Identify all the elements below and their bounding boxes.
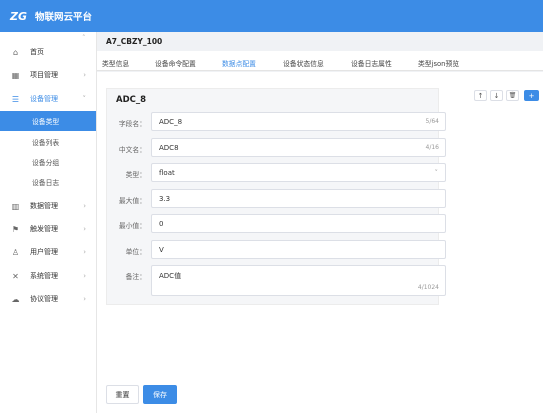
sidebar-item-trigger[interactable]: ⚑ 触发管理 ›: [0, 218, 96, 240]
sidebar-item-label: 数据管理: [30, 202, 58, 210]
tab-log-attributes[interactable]: 设备日志属性: [351, 58, 392, 68]
device-icon: ☰: [11, 94, 20, 104]
max-label: 最大值：: [118, 197, 146, 205]
sidebar-subitem-device-log[interactable]: 设备日志: [0, 172, 96, 192]
sidebar-item-label: 项目管理: [30, 71, 58, 79]
unit-label: 单位：: [125, 248, 146, 256]
remark-label: 备注：: [125, 273, 146, 281]
unit-value: V: [159, 245, 164, 254]
cloud-icon: ☁: [11, 294, 20, 304]
sidebar-subitem-device-group[interactable]: 设备分组: [0, 152, 96, 172]
add-button[interactable]: +: [524, 90, 539, 101]
move-down-button[interactable]: ↓: [490, 90, 503, 101]
cn-name-label: 中文名：: [118, 146, 146, 154]
char-count: 5/64: [425, 118, 439, 125]
type-label: 类型：: [125, 171, 146, 179]
home-icon: ⌂: [12, 47, 19, 57]
field-name-input[interactable]: ADC_8 5/64: [151, 112, 446, 131]
project-icon: ▦: [11, 70, 20, 80]
tools-icon: ✕: [12, 271, 19, 281]
cn-name-input[interactable]: ADC8 4/16: [151, 138, 446, 157]
sidebar-item-project[interactable]: ▦ 项目管理 ›: [0, 64, 96, 86]
chevron-down-icon: ˅: [434, 168, 439, 177]
max-value: 3.3: [159, 194, 171, 203]
cn-name-value: ADC8: [159, 143, 179, 152]
delete-button[interactable]: 🗑: [506, 90, 519, 101]
sidebar-item-home[interactable]: ⌂ 首页: [0, 41, 96, 63]
remark-value: ADC值: [159, 272, 182, 280]
sidebar: ˄ ⌂ 首页 ▦ 项目管理 › ☰ 设备管理 ˅ 设备类型 设备列表 设备分组 …: [0, 32, 97, 413]
type-select[interactable]: float ˅: [151, 163, 446, 182]
save-button[interactable]: 保存: [143, 385, 177, 404]
type-value: float: [159, 168, 175, 177]
tab-active-indicator: [217, 19, 265, 21]
sidebar-item-data[interactable]: ▥ 数据管理 ›: [0, 195, 96, 217]
sidebar-item-system[interactable]: ✕ 系统管理 ›: [0, 265, 96, 287]
chevron-right-icon: ›: [83, 248, 86, 256]
chevron-right-icon: ›: [83, 295, 86, 303]
chevron-right-icon: ›: [83, 225, 86, 233]
page-title: A7_CBZY_100: [106, 37, 163, 46]
min-value: 0: [159, 219, 164, 228]
user-icon: ♙: [11, 247, 20, 257]
tab-status-info[interactable]: 设备状态信息: [283, 58, 324, 68]
sidebar-item-user[interactable]: ♙ 用户管理 ›: [0, 241, 96, 263]
sidebar-subitem-device-list[interactable]: 设备列表: [0, 132, 96, 152]
sidebar-item-device[interactable]: ☰ 设备管理 ˅: [0, 88, 96, 110]
tab-datapoint-config[interactable]: 数据点配置: [222, 58, 256, 68]
max-input[interactable]: 3.3: [151, 189, 446, 208]
panel-title: ADC_8: [116, 95, 147, 105]
move-up-button[interactable]: ↑: [474, 90, 487, 101]
sidebar-item-label: 设备管理: [30, 95, 58, 103]
tab-command-config[interactable]: 设备命令配置: [155, 58, 196, 68]
top-bar: ZG 物联网云平台: [0, 0, 543, 32]
app-title: 物联网云平台: [35, 12, 93, 23]
chevron-right-icon: ›: [83, 202, 86, 210]
min-input[interactable]: 0: [151, 214, 446, 233]
sidebar-item-label: 系统管理: [30, 272, 58, 280]
remark-textarea[interactable]: ADC值 4/1024: [151, 265, 446, 296]
min-label: 最小值：: [118, 222, 146, 230]
chevron-down-icon: ˅: [82, 95, 87, 103]
tab-json-preview[interactable]: 类型json预览: [418, 58, 459, 68]
field-name-value: ADC_8: [159, 117, 183, 126]
char-count: 4/1024: [417, 284, 439, 291]
char-count: 4/16: [425, 144, 439, 151]
sidebar-item-label: 用户管理: [30, 248, 58, 256]
chevron-right-icon: ›: [83, 71, 86, 79]
flag-icon: ⚑: [11, 224, 20, 234]
unit-input[interactable]: V: [151, 240, 446, 259]
tab-bar: 类型信息 设备命令配置 数据点配置 设备状态信息 设备日志属性 类型json预览: [97, 51, 543, 71]
data-icon: ▥: [11, 201, 20, 211]
chevron-right-icon: ›: [83, 272, 86, 280]
sidebar-item-label: 协议管理: [30, 295, 58, 303]
sidebar-item-label: 触发管理: [30, 225, 58, 233]
sidebar-subitem-device-type[interactable]: 设备类型: [0, 111, 96, 131]
tab-type-info[interactable]: 类型信息: [102, 58, 129, 68]
reset-button[interactable]: 重置: [106, 385, 139, 404]
field-name-label: 字段名：: [118, 120, 146, 128]
sidebar-item-protocol[interactable]: ☁ 协议管理 ›: [0, 288, 96, 310]
sidebar-item-label: 首页: [30, 48, 44, 56]
logo-icon: ZG: [10, 9, 28, 23]
